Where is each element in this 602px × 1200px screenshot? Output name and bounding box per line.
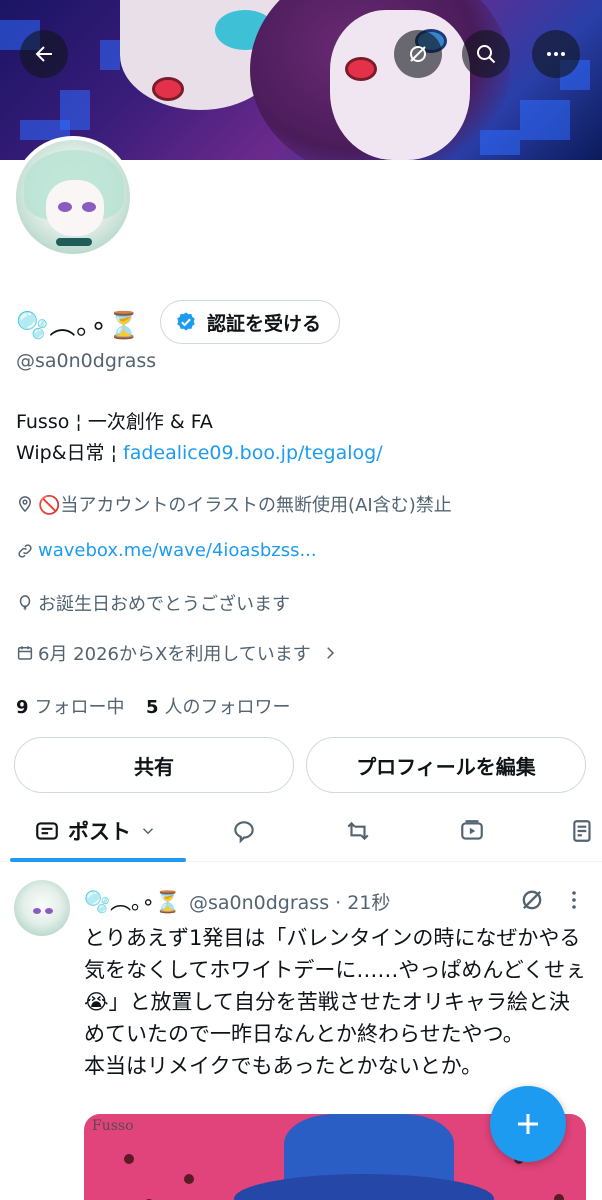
share-button[interactable]: 共有 — [14, 737, 294, 793]
link-icon — [18, 543, 32, 558]
more-horizontal-icon — [547, 52, 565, 56]
follow-stats: 9 フォロー中 5 人のフォロワー — [16, 693, 291, 719]
chevron-down-icon — [142, 828, 154, 835]
balloon-icon — [19, 595, 31, 611]
tab-posts[interactable]: ポスト — [10, 800, 186, 862]
arrow-left-icon — [35, 46, 52, 62]
following-label: フォロー中 — [34, 697, 125, 718]
following-link[interactable]: 9 フォロー中 — [16, 697, 125, 718]
calendar-icon — [17, 646, 33, 660]
tab-posts-label: ポスト — [68, 820, 131, 844]
profile-handle: @sa0n0dgrass — [16, 350, 157, 372]
bio-line-1: Fusso ¦ 一次創作 & FA — [16, 411, 213, 433]
profile-tabs: ポスト — [0, 800, 602, 862]
plus-icon — [518, 1114, 538, 1134]
display-name-row: 🫧︵｡∘⏳ — [16, 303, 141, 343]
tab-replies[interactable] — [204, 800, 284, 862]
post-author-name[interactable]: 🫧︵｡∘⏳ — [84, 886, 181, 916]
tab-articles[interactable] — [546, 800, 602, 862]
get-verified-button[interactable]: 認証を受ける — [160, 300, 341, 344]
following-count: 9 — [16, 697, 29, 718]
chevron-right-icon — [327, 647, 334, 659]
post-header: 🫧︵｡∘⏳ @sa0n0dgrass · 21秒 — [84, 886, 390, 916]
website-link[interactable]: wavebox.me/wave/4ioasbzss... — [38, 540, 317, 561]
location-pin-icon — [18, 496, 32, 513]
back-button[interactable] — [20, 30, 68, 78]
joined-row[interactable]: 6月 2026からXを利用しています — [16, 640, 339, 666]
tab-media[interactable] — [432, 800, 512, 862]
reply-icon — [234, 821, 254, 844]
active-tab-indicator — [10, 858, 186, 862]
followers-count: 5 — [146, 697, 159, 718]
grok-icon — [410, 46, 426, 62]
bio-line-2: Wip&日常 ¦ fadealice09.boo.jp/tegalog/ — [16, 438, 383, 469]
grok-icon — [522, 890, 542, 910]
profile-bio: Fusso ¦ 一次創作 & FA Wip&日常 ¦ fadealice09.b… — [16, 407, 383, 469]
location-text: 🚫当アカウントのイラストの無断使用(AI含む)禁止 — [38, 495, 452, 516]
post-more-button[interactable] — [562, 886, 586, 914]
bio-line-2-prefix: Wip&日常 ¦ — [16, 442, 124, 464]
more-vertical-icon — [572, 891, 576, 909]
profile-avatar[interactable] — [12, 136, 134, 258]
video-icon — [461, 820, 483, 840]
profile-banner[interactable] — [0, 0, 602, 160]
joined-text: 6月 2026からXを利用しています — [38, 644, 311, 665]
website-row[interactable]: wavebox.me/wave/4ioasbzss... — [16, 540, 317, 561]
posts-icon — [36, 822, 58, 840]
followers-label: 人のフォロワー — [164, 697, 291, 718]
verified-badge-icon — [177, 312, 195, 331]
search-icon — [477, 45, 496, 64]
post-avatar[interactable] — [14, 880, 70, 936]
display-name: 🫧︵｡∘⏳ — [16, 310, 142, 341]
grok-button[interactable] — [394, 30, 442, 78]
birthday-text: お誕生日おめでとうございます — [38, 594, 290, 615]
tab-reposts[interactable] — [318, 800, 398, 862]
birthday-row: お誕生日おめでとうございます — [16, 590, 290, 616]
article-icon — [573, 820, 591, 842]
post-text: とりあえず1発目は「バレンタインの時になぜかやる気をなくしてホワイトデーに……や… — [84, 926, 587, 1078]
followers-link[interactable]: 5 人のフォロワー — [146, 697, 291, 718]
get-verified-label: 認証を受ける — [207, 312, 322, 335]
post-handle-time[interactable]: @sa0n0dgrass · 21秒 — [189, 888, 390, 915]
edit-profile-button[interactable]: プロフィールを編集 — [306, 737, 586, 793]
post-grok-button[interactable] — [518, 886, 546, 914]
compose-button[interactable] — [490, 1086, 566, 1162]
more-options-button[interactable] — [532, 30, 580, 78]
repost-icon — [347, 821, 369, 841]
location-row: 🚫当アカウントのイラストの無断使用(AI含む)禁止 — [16, 491, 452, 517]
bio-link[interactable]: fadealice09.boo.jp/tegalog/ — [123, 442, 383, 464]
image-watermark: Fusso — [92, 1118, 134, 1134]
search-button[interactable] — [462, 30, 510, 78]
